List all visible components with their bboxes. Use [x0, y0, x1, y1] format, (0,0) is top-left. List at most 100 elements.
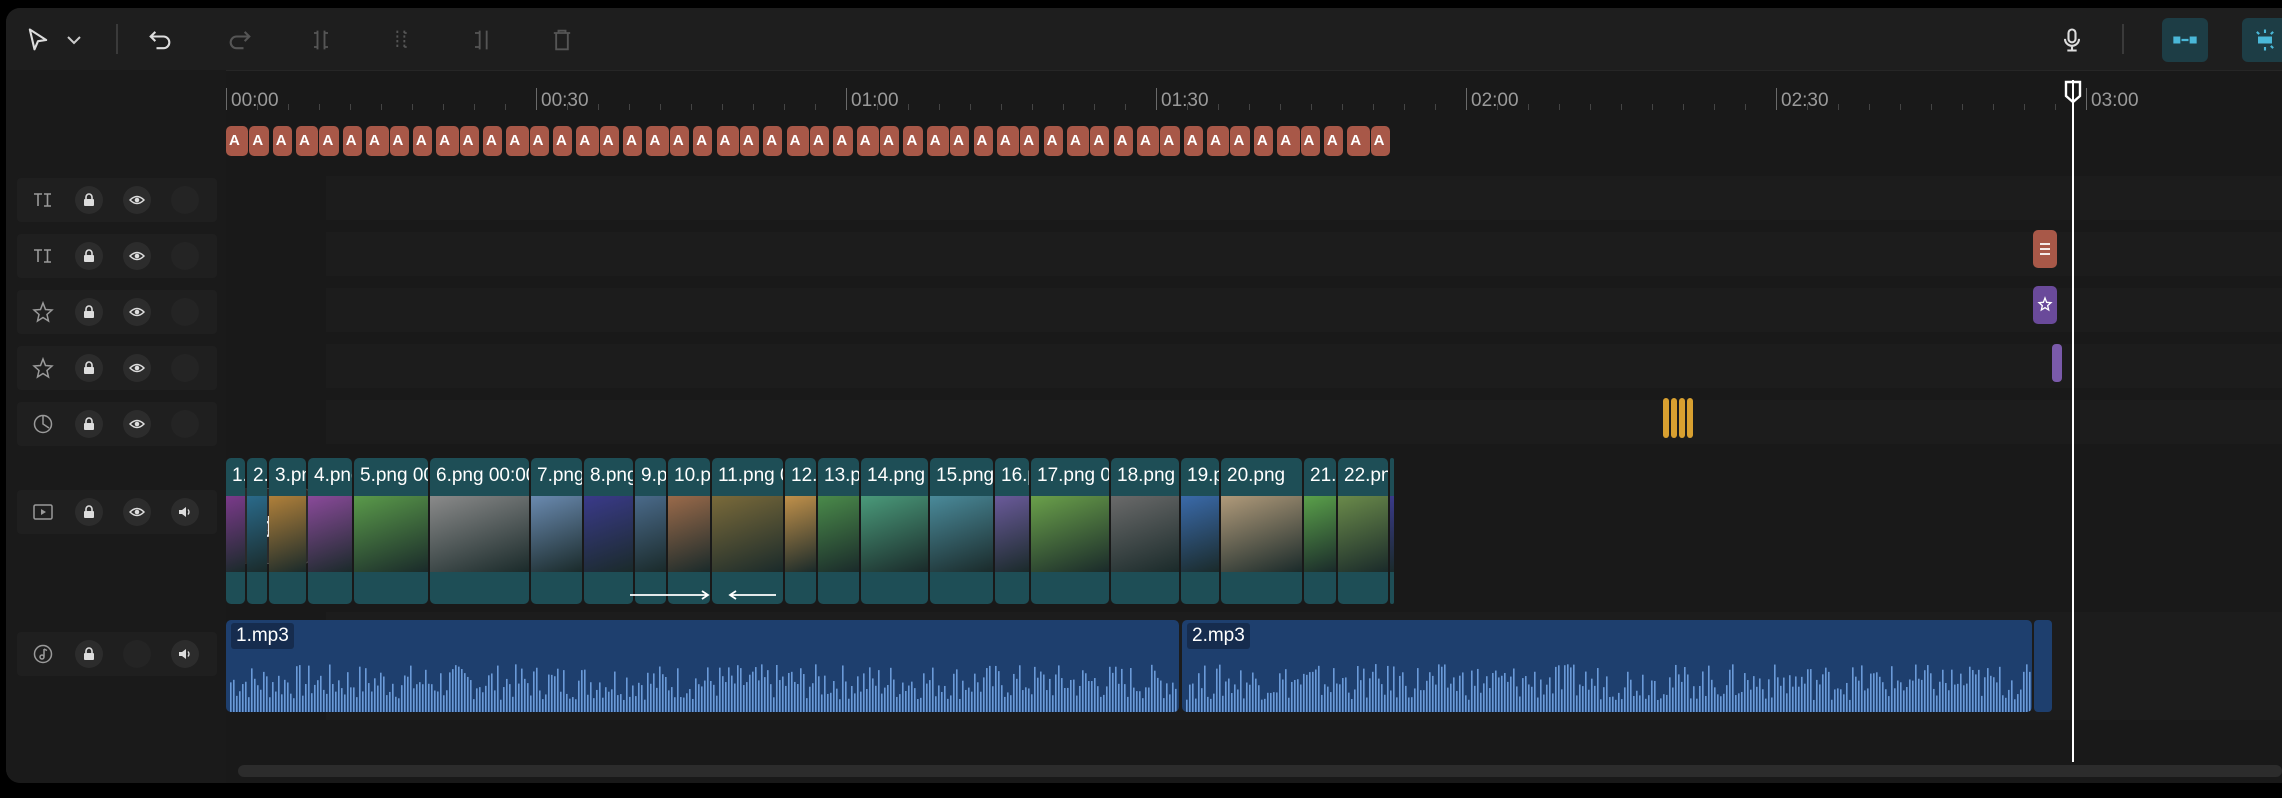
- text-clip[interactable]: A: [1090, 126, 1110, 156]
- text-clip[interactable]: A: [903, 126, 923, 156]
- video-clip[interactable]: 22.png: [1338, 458, 1388, 604]
- text-clip[interactable]: A: [646, 126, 669, 156]
- video-clip[interactable]: 1.png: [226, 458, 245, 604]
- text-clip[interactable]: A: [950, 126, 970, 156]
- text-clip[interactable]: A: [1277, 126, 1300, 156]
- text-clip[interactable]: A: [1323, 126, 1344, 156]
- video-clip[interactable]: 2.png: [247, 458, 267, 604]
- text-clip[interactable]: A: [763, 126, 783, 156]
- text-clip[interactable]: A: [1160, 126, 1180, 156]
- text-clip[interactable]: A: [599, 126, 619, 156]
- text-clip[interactable]: A: [553, 126, 573, 156]
- text-clip[interactable]: A: [459, 126, 479, 156]
- video-clip[interactable]: 17.png 00:: [1031, 458, 1109, 604]
- text-clip[interactable]: A: [1113, 126, 1133, 156]
- playhead-handle[interactable]: [2064, 80, 2082, 104]
- video-clip[interactable]: 13.png: [818, 458, 859, 604]
- video-clip[interactable]: 15.png 0: [930, 458, 993, 604]
- lock-icon[interactable]: [75, 354, 103, 382]
- redo-icon[interactable]: [220, 20, 260, 60]
- text-clip[interactable]: A: [1043, 126, 1063, 156]
- horizontal-scrollbar[interactable]: [238, 765, 2282, 777]
- video-clip[interactable]: 21.png: [1304, 458, 1336, 604]
- text-clip[interactable]: A: [880, 126, 900, 156]
- video-clip[interactable]: 11.png 00: [712, 458, 783, 604]
- select-tool-icon[interactable]: [18, 20, 58, 60]
- text-clip[interactable]: A: [833, 126, 853, 156]
- video-clip[interactable]: 3.png: [269, 458, 306, 604]
- volume-icon[interactable]: [171, 640, 199, 668]
- text-clip[interactable]: A: [693, 126, 713, 156]
- video-clip[interactable]: 8.png: [584, 458, 633, 604]
- video-clip[interactable]: 7.png: [531, 458, 582, 604]
- text-clip[interactable]: A: [1207, 126, 1230, 156]
- lock-icon[interactable]: [75, 498, 103, 526]
- video-clip[interactable]: 14.png 0: [861, 458, 928, 604]
- text-clip[interactable]: A: [716, 126, 739, 156]
- visibility-eye-icon[interactable]: [123, 186, 151, 214]
- visibility-eye-icon[interactable]: [123, 298, 151, 326]
- video-clip[interactable]: 9.png: [635, 458, 666, 604]
- split-icon[interactable]: [301, 20, 341, 60]
- text-clip[interactable]: A: [366, 126, 389, 156]
- effect-clip[interactable]: [2033, 286, 2057, 324]
- auto-snap-icon[interactable]: [2242, 18, 2282, 62]
- text-clip[interactable]: A: [1183, 126, 1203, 156]
- video-clip[interactable]: 8.png: [1390, 458, 1394, 604]
- text-clip[interactable]: A: [506, 126, 529, 156]
- chevron-down-icon[interactable]: [62, 20, 86, 60]
- lock-icon[interactable]: [75, 242, 103, 270]
- visibility-eye-icon[interactable]: [123, 498, 151, 526]
- text-clip[interactable]: A: [1020, 126, 1040, 156]
- text-clip[interactable]: A: [996, 126, 1020, 156]
- audio-clip-end[interactable]: [2034, 620, 2052, 712]
- text-clip[interactable]: A: [856, 126, 880, 156]
- text-clip[interactable]: A: [1300, 126, 1320, 156]
- video-clip[interactable]: 20.png: [1221, 458, 1302, 604]
- text-clip[interactable]: A: [1137, 126, 1160, 156]
- time-ruler[interactable]: 00:00 00:30 01:00 01:30 02:00 02:30 03:00: [226, 70, 2282, 111]
- text-clip[interactable]: A: [1230, 126, 1250, 156]
- text-clip[interactable]: A: [926, 126, 950, 156]
- video-clip[interactable]: 12.png: [785, 458, 816, 604]
- text-clip[interactable]: A: [249, 126, 269, 156]
- text-clip[interactable]: A: [1347, 126, 1370, 156]
- text-clip[interactable]: A: [1370, 126, 1390, 156]
- trim-right-icon[interactable]: [462, 20, 502, 60]
- effect-clip-small[interactable]: [2052, 344, 2062, 382]
- lock-icon[interactable]: [75, 410, 103, 438]
- lock-icon[interactable]: [75, 186, 103, 214]
- video-clip[interactable]: 18.png 0: [1111, 458, 1179, 604]
- lock-icon[interactable]: [75, 640, 103, 668]
- video-clip[interactable]: 19.png: [1181, 458, 1219, 604]
- text-clip[interactable]: A: [973, 126, 993, 156]
- text-clip[interactable]: A: [810, 126, 830, 156]
- text-clip[interactable]: A: [529, 126, 549, 156]
- text-clip[interactable]: A: [436, 126, 459, 156]
- text-clip[interactable]: A: [389, 126, 409, 156]
- visibility-eye-icon[interactable]: [123, 410, 151, 438]
- text-clip[interactable]: A: [342, 126, 362, 156]
- playhead[interactable]: [2072, 80, 2074, 762]
- link-tracks-icon[interactable]: [2162, 18, 2208, 62]
- text-clip[interactable]: A: [296, 126, 319, 156]
- trim-left-icon[interactable]: [382, 20, 422, 60]
- audio-clip[interactable]: 1.mp3: [226, 620, 1179, 712]
- visibility-eye-icon[interactable]: [123, 354, 151, 382]
- video-clip[interactable]: 16.png: [995, 458, 1029, 604]
- undo-icon[interactable]: [140, 20, 180, 60]
- microphone-icon[interactable]: [2052, 20, 2092, 60]
- delete-icon[interactable]: [542, 20, 582, 60]
- text-clip[interactable]: A: [576, 126, 599, 156]
- filter-clips[interactable]: [1663, 398, 1699, 438]
- video-clip[interactable]: 5.png 00:: [354, 458, 428, 604]
- text-clip[interactable]: A: [226, 126, 249, 156]
- audio-clip[interactable]: 2.mp3: [1182, 620, 2032, 712]
- text-clip[interactable]: A: [482, 126, 503, 156]
- text-clip[interactable]: A: [319, 126, 339, 156]
- text-clip[interactable]: A: [1066, 126, 1090, 156]
- text-clip[interactable]: A: [739, 126, 760, 156]
- text-clip[interactable]: A: [412, 126, 433, 156]
- text-clip[interactable]: A: [786, 126, 809, 156]
- visibility-eye-icon[interactable]: [123, 242, 151, 270]
